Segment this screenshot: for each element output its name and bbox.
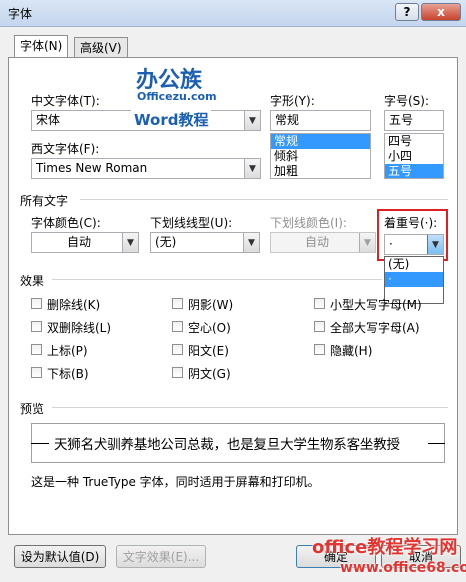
list-item[interactable]: · (385, 272, 443, 287)
subscript-checkbox[interactable] (31, 367, 42, 378)
list-item[interactable]: 四号 (385, 134, 443, 149)
watermark-site: www.office68.com (340, 560, 466, 576)
strikethrough-label: 删除线(K) (47, 298, 101, 312)
tab-font[interactable]: 字体(N) (14, 35, 69, 58)
strikethrough-checkbox[interactable] (31, 298, 42, 309)
truetype-note: 这是一种 TrueType 字体，同时适用于屏幕和打印机。 (31, 475, 320, 489)
outline-label: 空心(O) (188, 321, 231, 335)
emboss-checkbox[interactable] (172, 344, 183, 355)
window-title: 字体 (8, 7, 33, 21)
font-size-field[interactable]: 五号 (384, 110, 444, 131)
all-caps-checkbox[interactable] (314, 321, 325, 332)
underline-style-label: 下划线线型(U): (150, 216, 233, 230)
list-item[interactable]: (无) (385, 257, 443, 272)
western-font-field[interactable]: Times New Roman (31, 158, 261, 179)
font-size-list[interactable]: 四号 小四 五号 (384, 133, 444, 179)
shadow-label: 阴影(W) (188, 298, 234, 312)
close-button[interactable]: x (421, 3, 461, 21)
set-default-button[interactable]: 设为默认值(D) (14, 545, 106, 568)
western-font-label: 西文字体(F): (31, 142, 100, 156)
engrave-label: 阴文(G) (188, 367, 231, 381)
emphasis-label: 着重号(·): (384, 216, 438, 230)
engrave-checkbox[interactable] (172, 367, 183, 378)
help-button[interactable]: ? (395, 3, 419, 21)
underline-color-dropdown-icon: ▼ (359, 233, 375, 252)
underline-style-dropdown-icon[interactable]: ▼ (243, 233, 259, 252)
shadow-checkbox[interactable] (172, 298, 183, 309)
small-caps-label: 小型大写字母(M) (330, 298, 422, 312)
preview-sample-text: 天狮名犬驯养基地公司总裁，也是复旦大学生物系客坐教授 (54, 437, 400, 453)
emboss-label: 阳文(E) (188, 344, 229, 358)
logo-site: Officezu.com (137, 90, 217, 103)
list-item[interactable]: 倾斜 (271, 149, 370, 164)
font-color-dropdown-icon[interactable]: ▼ (122, 233, 138, 252)
preview-line-right (428, 443, 445, 444)
divider (52, 279, 382, 280)
font-style-list[interactable]: 常规 倾斜 加粗 (270, 133, 371, 179)
western-font-dropdown-icon[interactable]: ▼ (244, 159, 260, 178)
logo-sub: Word教程 (131, 109, 212, 130)
all-caps-label: 全部大写字母(A) (330, 321, 420, 335)
hidden-label: 隐藏(H) (330, 344, 373, 358)
font-style-label: 字形(Y): (270, 94, 315, 108)
divider (52, 407, 448, 408)
hidden-checkbox[interactable] (314, 344, 325, 355)
double-strikethrough-checkbox[interactable] (31, 321, 42, 332)
watermark-main: office教程学习网 (312, 537, 458, 558)
tab-advanced[interactable]: 高级(V) (74, 37, 128, 57)
text-effects-button: 文字效果(E)... (116, 545, 206, 568)
small-caps-checkbox[interactable] (314, 298, 325, 309)
font-color-label: 字体颜色(C): (31, 216, 101, 230)
underline-color-label: 下划线颜色(I): (270, 216, 347, 230)
emphasis-dropdown-icon[interactable]: ▼ (427, 235, 443, 254)
chinese-font-dropdown-icon[interactable]: ▼ (244, 111, 260, 130)
chinese-font-label: 中文字体(T): (31, 94, 100, 108)
superscript-label: 上标(P) (47, 344, 88, 358)
outline-checkbox[interactable] (172, 321, 183, 332)
subscript-label: 下标(B) (47, 367, 89, 381)
double-strikethrough-label: 双删除线(L) (47, 321, 112, 335)
list-item[interactable]: 加粗 (271, 164, 370, 178)
list-item[interactable]: 常规 (271, 134, 370, 149)
list-item[interactable]: 小四 (385, 149, 443, 164)
superscript-checkbox[interactable] (31, 344, 42, 355)
divider (80, 199, 448, 200)
all-text-heading: 所有文字 (20, 194, 69, 208)
list-item[interactable]: 五号 (385, 164, 443, 178)
preview-line-left (31, 443, 49, 444)
effects-heading: 效果 (20, 274, 45, 288)
font-size-label: 字号(S): (384, 94, 430, 108)
preview-heading: 预览 (20, 402, 45, 416)
font-style-field[interactable]: 常规 (270, 110, 371, 131)
